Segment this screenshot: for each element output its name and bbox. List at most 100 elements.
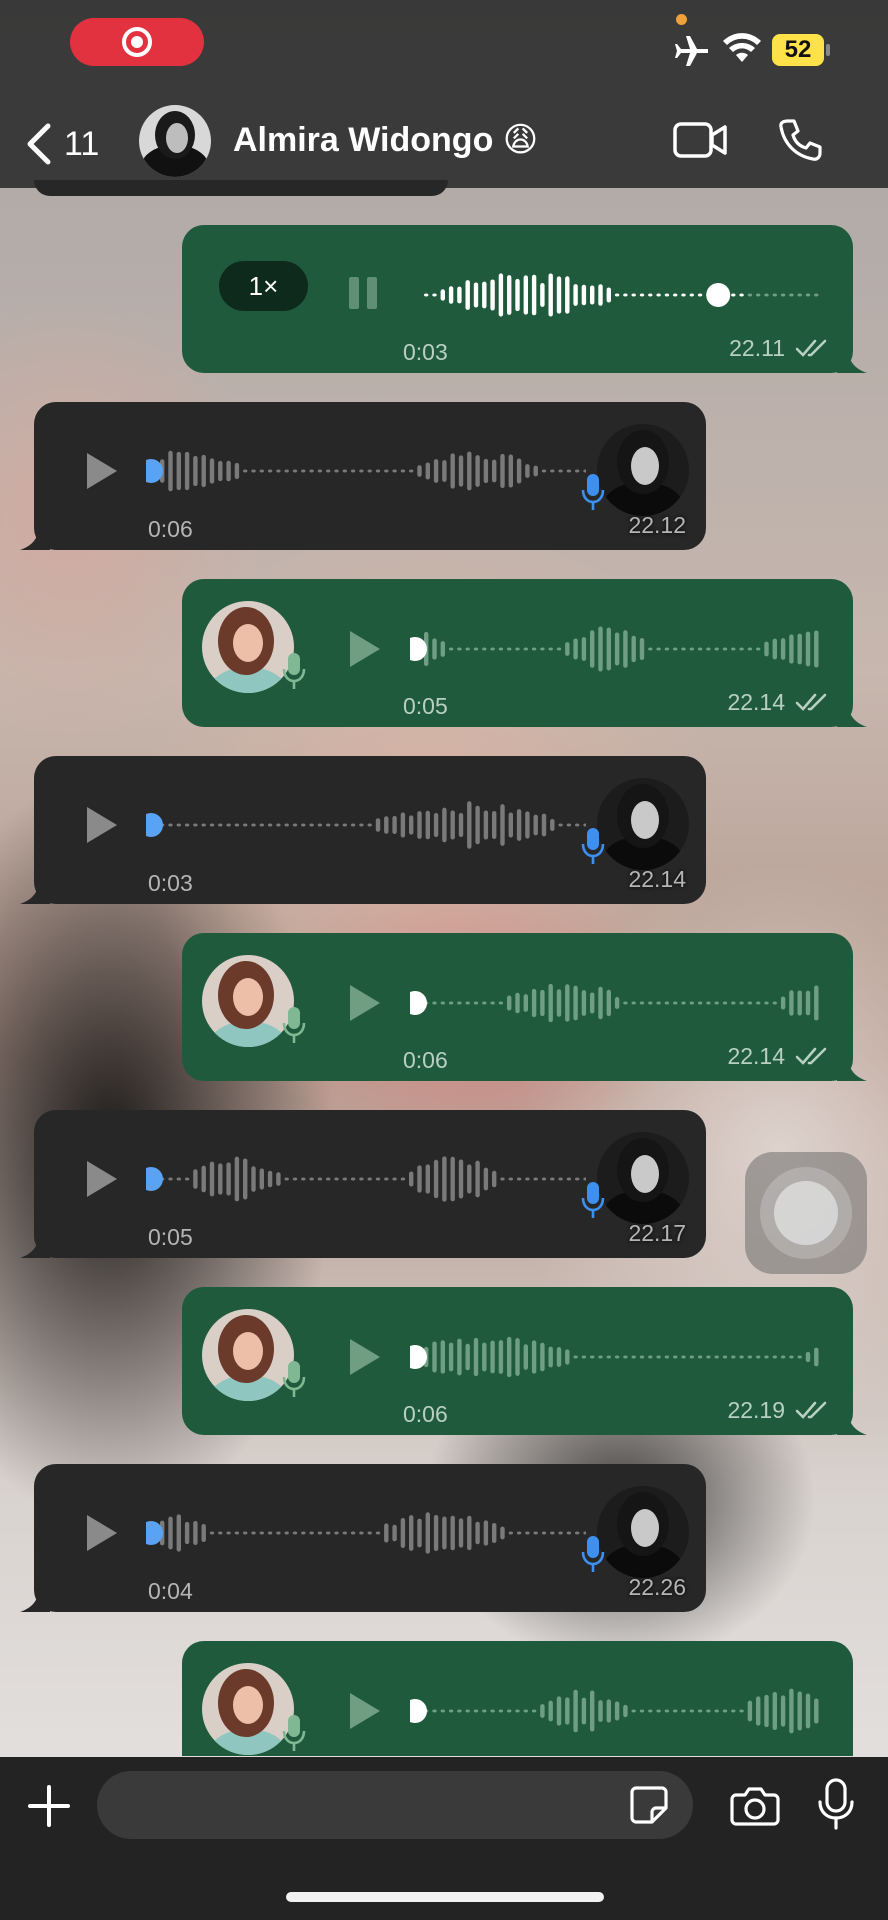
back-button[interactable]: 11 (18, 112, 99, 176)
incoming-voice-message[interactable]: 0:05 22.17 (20, 1110, 706, 1258)
waveform-bar (540, 647, 545, 651)
waveform-bar (780, 293, 786, 297)
waveform-bar (558, 469, 563, 473)
waveform-bar (523, 647, 528, 651)
contact-avatar[interactable] (139, 105, 211, 177)
waveform-bar (689, 647, 694, 651)
waveform-bar (425, 810, 430, 840)
play-icon[interactable] (344, 1689, 384, 1733)
sticker-icon[interactable] (628, 1784, 670, 1826)
waveform-bar (772, 1355, 777, 1359)
waveform-bar (243, 1531, 248, 1535)
play-icon[interactable] (344, 1335, 384, 1379)
waveform-bar (772, 293, 777, 297)
voice-waveform[interactable] (410, 973, 820, 1033)
waveform-bar (259, 1168, 264, 1190)
waveform-bar (432, 1709, 437, 1713)
voice-waveform[interactable] (410, 1681, 820, 1741)
waveform-bar (797, 990, 802, 1016)
waveform-bar (218, 1531, 223, 1535)
plus-icon[interactable] (26, 1783, 72, 1829)
outgoing-voice-message[interactable]: 0:06 22.19 (182, 1287, 867, 1435)
incoming-voice-message[interactable]: 0:04 22.26 (20, 1464, 706, 1612)
waveform-bar (556, 989, 562, 1017)
waveform-bar (614, 632, 620, 666)
play-icon[interactable] (344, 981, 384, 1025)
playback-speed-button[interactable]: 1× (219, 261, 308, 311)
waveform-bar (566, 1177, 572, 1181)
phone-icon[interactable] (776, 116, 824, 164)
mic-icon (282, 653, 306, 689)
waveform-bar (789, 1688, 794, 1734)
waveform-bar (581, 284, 587, 306)
read-ticks-icon (795, 339, 827, 357)
waveform-bar (432, 1001, 437, 1005)
assistive-touch-button[interactable] (745, 1152, 867, 1274)
waveform-bar (492, 1170, 497, 1188)
outgoing-voice-message[interactable]: 0:06 22.14 (182, 933, 867, 1081)
outgoing-voice-message[interactable]: 0:05 22.14 (182, 579, 867, 727)
waveform-bar (450, 1515, 455, 1551)
voice-waveform[interactable] (146, 441, 586, 501)
waveform-bar (226, 460, 231, 482)
play-icon[interactable] (81, 449, 121, 493)
waveform-bar (583, 823, 586, 827)
waveform-bar (590, 1690, 595, 1732)
waveform-bar (432, 293, 437, 297)
outgoing-voice-message[interactable]: 1× 0:03 22.11 (182, 225, 867, 373)
voice-duration: 0:05 (148, 1224, 193, 1250)
playback-scrubber[interactable] (146, 813, 163, 837)
waveform-bar (575, 1531, 580, 1535)
pause-icon[interactable] (346, 273, 380, 313)
play-icon[interactable] (344, 627, 384, 671)
message-input[interactable] (97, 1771, 693, 1839)
waveform-bar (550, 819, 555, 831)
waveform-bar (566, 823, 572, 827)
waveform-bar (575, 1177, 580, 1181)
waveform-bar (673, 1001, 678, 1005)
playback-scrubber[interactable] (410, 991, 427, 1015)
incoming-voice-message[interactable]: 0:03 22.14 (20, 756, 706, 904)
waveform-bar (756, 1001, 761, 1005)
voice-waveform[interactable] (146, 1503, 586, 1563)
screen-recording-indicator[interactable] (70, 18, 204, 66)
waveform-bar (780, 1355, 786, 1359)
play-icon[interactable] (81, 1157, 121, 1201)
mic-icon[interactable] (816, 1777, 856, 1831)
playback-scrubber[interactable] (146, 1167, 163, 1191)
waveform-bar (581, 1697, 587, 1725)
incoming-voice-message[interactable]: 0:06 22.12 (20, 402, 706, 550)
voice-waveform[interactable] (410, 265, 820, 325)
voice-waveform[interactable] (146, 1149, 586, 1209)
waveform-bar (706, 1709, 711, 1713)
voice-waveform[interactable] (410, 1327, 820, 1387)
waveform-bar (492, 1522, 497, 1544)
waveform-bar (334, 823, 339, 827)
waveform-bar (375, 818, 381, 832)
camera-icon[interactable] (730, 1783, 780, 1827)
waveform-bar (697, 1709, 703, 1713)
waveform-bar (525, 1177, 530, 1181)
voice-waveform[interactable] (410, 619, 820, 679)
contact-name[interactable]: Almira Widongo 😩 (233, 120, 538, 160)
waveform-bar (573, 284, 578, 306)
waveform-bar (498, 273, 504, 317)
waveform-bar (731, 647, 736, 651)
waveform-bar (218, 460, 223, 482)
waveform-bar (681, 1709, 686, 1713)
play-icon[interactable] (81, 1511, 121, 1555)
playback-scrubber[interactable] (706, 283, 731, 307)
waveform-bar (251, 823, 256, 827)
waveform-bar (425, 462, 430, 480)
waveform-bar (424, 293, 429, 297)
waveform-bar (507, 275, 512, 315)
waveform-bar (201, 1165, 206, 1193)
waveform-bar (714, 647, 719, 651)
playback-scrubber[interactable] (410, 1699, 427, 1723)
video-call-icon[interactable] (672, 118, 728, 162)
voice-waveform[interactable] (146, 795, 586, 855)
mic-icon (282, 1715, 306, 1751)
play-icon[interactable] (81, 803, 121, 847)
waveform-bar (531, 1340, 537, 1374)
outgoing-voice-message[interactable] (182, 1641, 853, 1756)
